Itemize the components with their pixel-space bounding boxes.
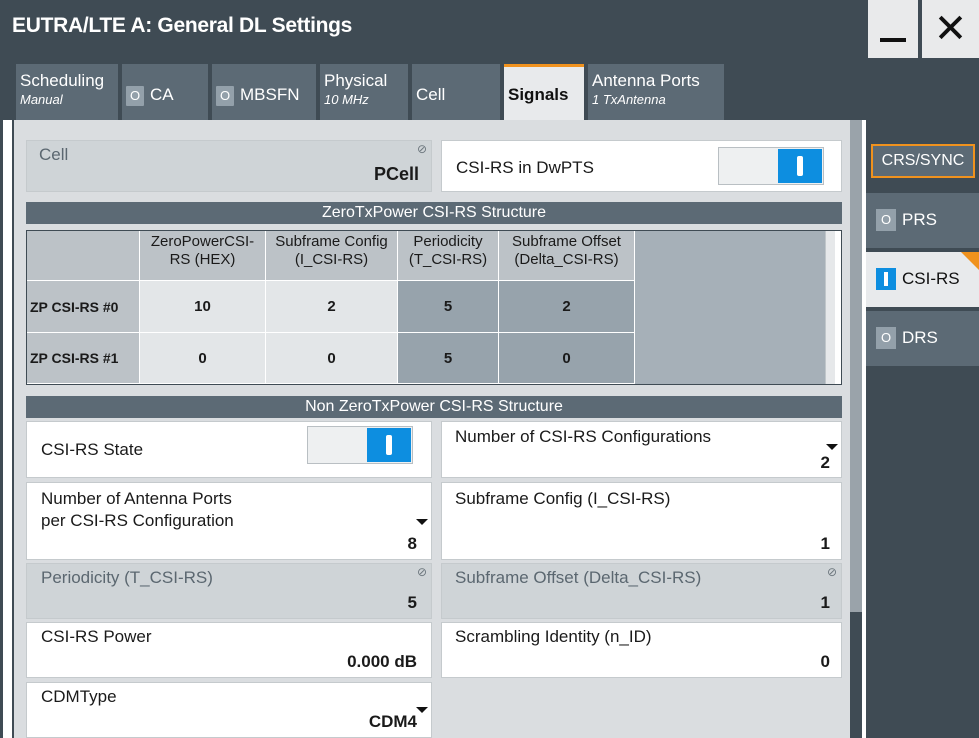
table-cell[interactable]: 5 xyxy=(398,281,499,333)
toggle-off-icon: O xyxy=(126,85,144,106)
subframe-offset-label: Subframe Offset (Delta_CSI-RS) xyxy=(455,568,702,587)
periodicity-field: Periodicity (T_CSI-RS) ⊘ 5 xyxy=(26,563,432,619)
csi-rs-dwpts-toggle[interactable] xyxy=(718,147,824,185)
nav-label: DRS xyxy=(902,328,938,347)
num-configs-value: 2 xyxy=(820,453,830,472)
nav-label: CRS/SYNC xyxy=(871,144,975,178)
subframe-config-field[interactable]: Subframe Config (I_CSI-RS) 1 xyxy=(441,482,842,560)
tab-label: Signals xyxy=(508,85,569,104)
tab-physical[interactable]: Physical 10 MHz xyxy=(320,64,408,120)
lock-icon: ⊘ xyxy=(826,565,837,579)
tab-label: Antenna Ports xyxy=(592,71,700,90)
nav-crs-sync[interactable]: CRS/SYNC xyxy=(866,140,979,182)
tab-scheduling[interactable]: Scheduling Manual xyxy=(16,64,118,120)
table-corner xyxy=(27,231,140,281)
cell-field[interactable]: Cell ⊘ PCell xyxy=(26,140,432,192)
table-cell[interactable]: 0 xyxy=(499,333,635,384)
title-bar: EUTRA/LTE A: General DL Settings ✕ xyxy=(0,0,979,58)
column-header: ZeroPowerCSI- RS (HEX) xyxy=(140,231,266,281)
num-configs-label: Number of CSI-RS Configurations xyxy=(455,427,712,446)
panel-edge xyxy=(0,120,12,738)
cell-label: Cell xyxy=(39,145,69,164)
csi-rs-state-label: CSI-RS State xyxy=(41,440,144,459)
scrambling-value: 0 xyxy=(820,652,830,671)
num-csi-rs-configs-dropdown[interactable]: Number of CSI-RS Configurations 2 xyxy=(441,421,842,478)
cdm-type-value: CDM4 xyxy=(368,712,417,731)
tab-signals[interactable]: Signals xyxy=(504,64,584,120)
csi-rs-power-value: 0.000 dB xyxy=(347,652,417,671)
tab-label: Physical xyxy=(324,71,388,90)
column-header: Subframe Offset (Delta_CSI-RS) xyxy=(499,231,635,281)
periodicity-value: 5 xyxy=(407,593,417,612)
tab-ca[interactable]: O CA xyxy=(122,64,208,120)
subframe-offset-field: Subframe Offset (Delta_CSI-RS) ⊘ 1 xyxy=(441,563,842,619)
antenna-ports-dropdown[interactable]: Number of Antenna Ports per CSI-RS Confi… xyxy=(26,482,432,560)
tab-sublabel: 10 MHz xyxy=(324,92,369,107)
tab-label: MBSFN xyxy=(240,85,300,104)
tab-bar: Scheduling Manual O CA O MBSFN Physical 10… xyxy=(0,58,979,120)
chevron-down-icon xyxy=(416,707,428,713)
scrollbar-thumb[interactable] xyxy=(850,612,862,738)
column-header: Subframe Config (I_CSI-RS) xyxy=(266,231,398,281)
csi-rs-state-toggle[interactable] xyxy=(307,426,413,464)
tab-antenna-ports[interactable]: Antenna Ports 1 TxAntenna xyxy=(588,64,724,120)
cdm-type-dropdown[interactable]: CDMType CDM4 xyxy=(26,682,432,738)
tab-mbsfn[interactable]: O MBSFN xyxy=(212,64,316,120)
zero-power-header: ZeroTxPower CSI-RS Structure xyxy=(26,202,842,224)
periodicity-label: Periodicity (T_CSI-RS) xyxy=(41,568,213,587)
cdm-type-label: CDMType xyxy=(41,687,117,706)
tab-label: CA xyxy=(150,85,174,104)
toggle-on-icon xyxy=(778,149,822,183)
non-zero-power-header: Non ZeroTxPower CSI-RS Structure xyxy=(26,396,842,418)
antenna-ports-value: 8 xyxy=(407,534,417,553)
csi-rs-power-field[interactable]: CSI-RS Power 0.000 dB xyxy=(26,622,432,678)
table-empty-area xyxy=(635,231,825,384)
csi-rs-power-label: CSI-RS Power xyxy=(41,627,152,646)
table-scrollbar[interactable] xyxy=(825,231,835,384)
nav-prs[interactable]: O PRS xyxy=(866,193,979,248)
table-cell[interactable]: 5 xyxy=(398,333,499,384)
table-cell[interactable]: 0 xyxy=(140,333,266,384)
toggle-off-icon: O xyxy=(876,209,896,231)
zero-power-table: ZeroPowerCSI- RS (HEX) Subframe Config (I_… xyxy=(26,230,842,385)
tab-sublabel: Manual xyxy=(20,92,63,107)
subframe-config-value: 1 xyxy=(820,534,830,553)
tab-label: Scheduling xyxy=(20,71,105,90)
antenna-ports-label: Number of Antenna Ports per CSI-RS Confi… xyxy=(41,489,234,530)
scrambling-label: Scrambling Identity (n_ID) xyxy=(455,627,652,646)
tab-cell[interactable]: Cell xyxy=(412,64,500,120)
cell-value: PCell xyxy=(373,164,419,184)
csi-rs-dwpts-label: CSI-RS in DwPTS xyxy=(456,158,594,177)
lock-icon: ⊘ xyxy=(416,142,427,156)
table-cell[interactable]: 0 xyxy=(266,333,398,384)
table-cell[interactable]: 2 xyxy=(266,281,398,333)
toggle-off-icon: O xyxy=(216,85,234,106)
tab-sublabel: 1 TxAntenna xyxy=(592,92,666,107)
toggle-on-icon xyxy=(876,268,896,290)
nav-drs[interactable]: O DRS xyxy=(866,311,979,366)
toggle-off-icon: O xyxy=(876,327,896,349)
active-corner-marker xyxy=(961,252,979,270)
toggle-on-icon xyxy=(367,428,411,462)
nav-csi-rs[interactable]: CSI-RS xyxy=(866,252,979,307)
subframe-offset-value: 1 xyxy=(820,593,830,612)
table-cell[interactable]: 10 xyxy=(140,281,266,333)
lock-icon: ⊘ xyxy=(416,565,427,579)
nav-label: PRS xyxy=(902,210,937,229)
column-header: Periodicity (T_CSI-RS) xyxy=(398,231,499,281)
scrambling-identity-field[interactable]: Scrambling Identity (n_ID) 0 xyxy=(441,622,842,678)
table-cell[interactable]: 2 xyxy=(499,281,635,333)
nav-label: CSI-RS xyxy=(902,269,960,288)
chevron-down-icon xyxy=(826,444,838,450)
tab-label: Cell xyxy=(416,85,446,104)
window-title: EUTRA/LTE A: General DL Settings xyxy=(12,14,353,37)
subframe-config-label: Subframe Config (I_CSI-RS) xyxy=(455,489,671,508)
close-button[interactable]: ✕ xyxy=(920,0,979,58)
row-header: ZP CSI-RS #1 xyxy=(27,333,140,384)
row-header: ZP CSI-RS #0 xyxy=(27,281,140,333)
minimize-button[interactable] xyxy=(866,0,918,58)
chevron-down-icon xyxy=(416,519,428,525)
